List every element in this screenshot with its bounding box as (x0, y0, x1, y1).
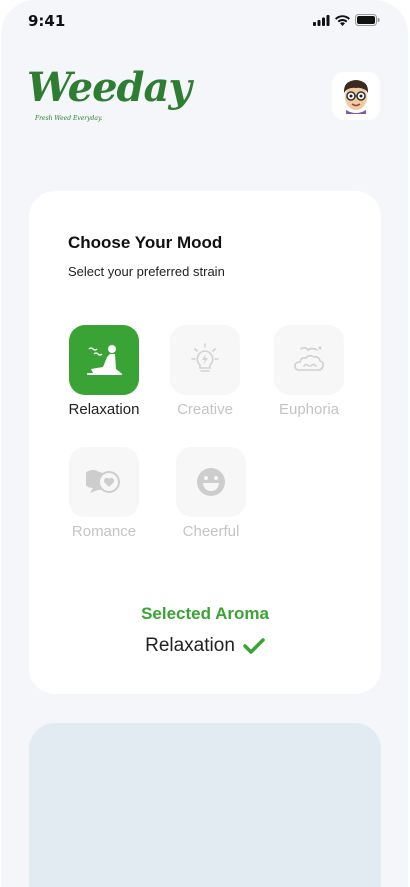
mood-option-romance[interactable]: Romance (49, 447, 159, 540)
signal-icon (313, 14, 330, 26)
mood-option-euphoria[interactable]: Euphoria (254, 325, 364, 418)
selected-aroma-row: Relaxation (29, 635, 381, 657)
status-icons (313, 14, 380, 26)
lightbulb-icon (191, 343, 219, 372)
app-screen: 9:41 Weeday Fresh Weed Everyday. Choose … (1, 0, 408, 887)
mood-label: Euphoria (278, 401, 340, 418)
relaxing-person-icon (87, 345, 122, 375)
checkmark-icon (243, 638, 265, 654)
wifi-icon (335, 14, 350, 26)
mood-option-cheerful[interactable]: Cheerful (156, 447, 266, 540)
mood-tile (176, 447, 246, 517)
memoji-avatar-icon (343, 80, 369, 114)
selected-aroma-value: Relaxation (145, 635, 235, 656)
mood-tile (69, 447, 139, 517)
status-bar: 9:41 (1, 0, 408, 44)
mood-label: Relaxation (68, 401, 140, 418)
brand-tagline: Fresh Weed Everyday. (35, 115, 103, 122)
mood-label: Cheerful (182, 523, 240, 540)
brand-logo: Weeday Fresh Weed Everyday. (27, 64, 192, 126)
mood-card: Choose Your Mood Select your preferred s… (29, 191, 381, 694)
mood-label: Romance (71, 523, 137, 540)
smiley-icon (197, 468, 225, 496)
mood-option-creative[interactable]: Creative (150, 325, 260, 418)
mood-card-title: Choose Your Mood (68, 233, 223, 252)
brand-wordmark: Weeday (27, 64, 192, 111)
status-time: 9:41 (28, 12, 66, 30)
bottom-panel (29, 723, 381, 887)
mood-tile (274, 325, 344, 395)
cloud-bird-icon (294, 346, 324, 371)
selected-aroma-heading: Selected Aroma (141, 604, 269, 623)
profile-avatar-button[interactable] (332, 72, 380, 120)
battery-icon (355, 14, 380, 26)
mood-option-relaxation[interactable]: Relaxation (49, 325, 159, 418)
mood-tile (170, 325, 240, 395)
chat-heart-icon (86, 470, 120, 493)
mood-label: Creative (177, 401, 233, 418)
mood-card-subtitle: Select your preferred strain (68, 264, 225, 279)
mood-tile (69, 325, 139, 395)
